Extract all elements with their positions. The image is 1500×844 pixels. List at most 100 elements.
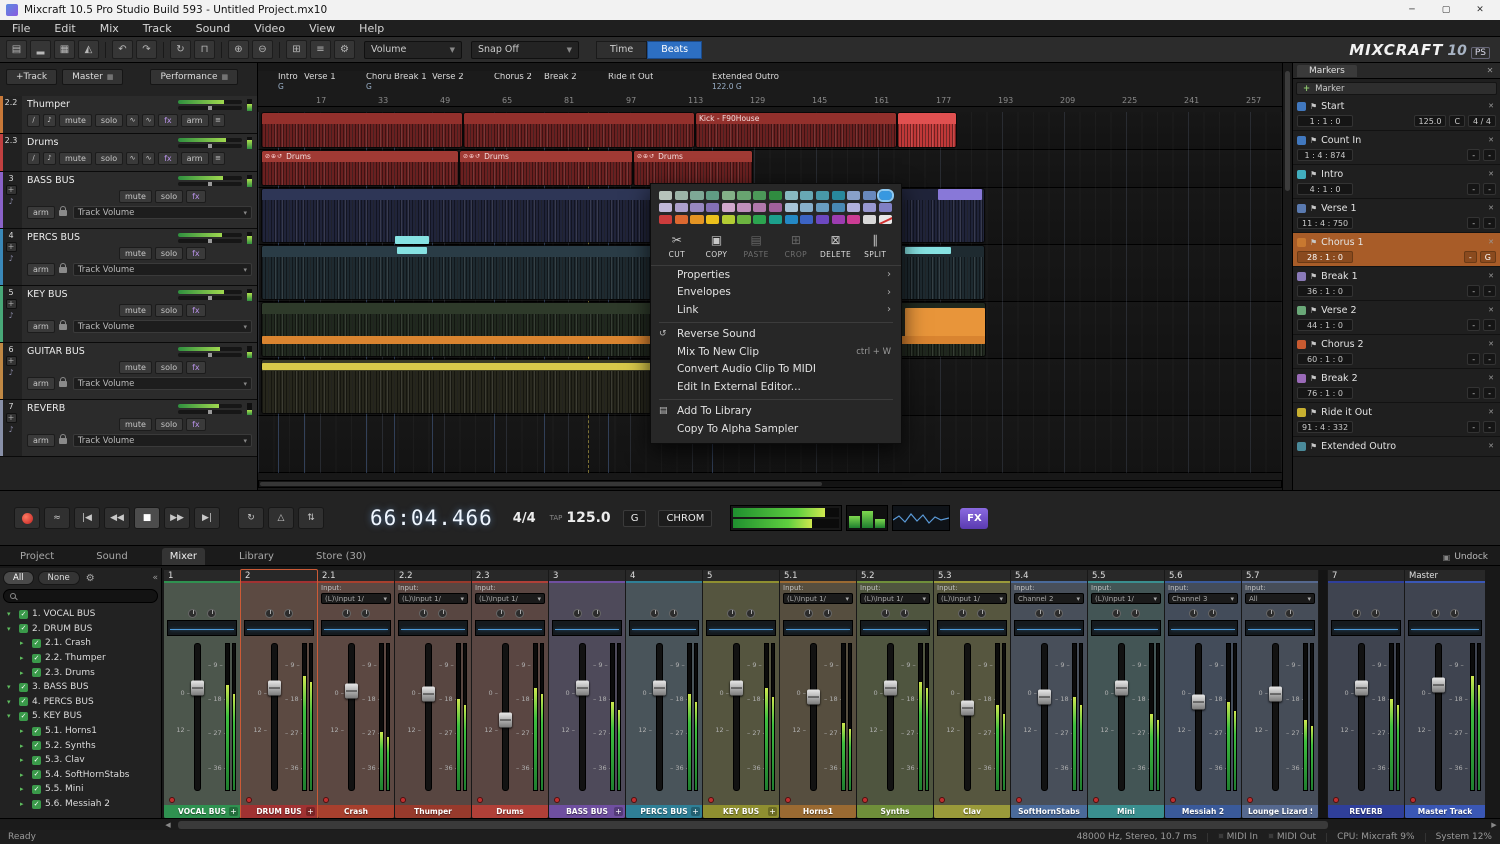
color-swatch[interactable] [769, 215, 782, 224]
marker-field[interactable]: - [1483, 421, 1496, 433]
checkbox-checked-icon[interactable]: ✓ [32, 727, 41, 736]
arm-button[interactable]: arm [27, 320, 55, 333]
color-swatch[interactable] [737, 191, 750, 200]
pan-knob[interactable] [342, 609, 351, 618]
stop-button[interactable]: ■ [134, 507, 160, 529]
record-arm-dot[interactable] [400, 797, 406, 803]
tempo-display[interactable]: 125.0 [566, 510, 610, 526]
color-swatch[interactable] [659, 215, 672, 224]
menu-item-link[interactable]: Link› [651, 301, 901, 319]
close-icon[interactable]: ✕ [1486, 102, 1496, 110]
pan-knob[interactable] [573, 609, 582, 618]
solo-button[interactable]: solo [155, 190, 183, 203]
beats-toggle[interactable]: Beats [647, 41, 702, 59]
pan-knob[interactable] [419, 609, 428, 618]
track-volume-dropdown[interactable]: Track Volume▾ [73, 206, 252, 219]
marker-time-field[interactable]: 11 : 4 : 750 [1297, 217, 1353, 229]
checkbox-checked-icon[interactable]: ✓ [19, 610, 28, 619]
add-fx-button[interactable]: + [229, 807, 238, 816]
close-icon[interactable]: ✕ [1484, 66, 1496, 75]
color-swatch[interactable] [879, 191, 892, 200]
fader-handle[interactable] [1432, 677, 1445, 692]
color-swatch[interactable] [816, 203, 829, 212]
track-volume-slider[interactable] [178, 138, 242, 142]
input-dropdown[interactable]: All▾ [1245, 593, 1315, 604]
fader-handle[interactable] [653, 680, 666, 695]
color-swatch[interactable] [737, 203, 750, 212]
channel-name-bar[interactable]: Drums [472, 805, 548, 818]
color-swatch[interactable] [706, 191, 719, 200]
automation-mode-dropdown[interactable]: Volume▼ [364, 41, 462, 59]
record-arm-dot[interactable] [246, 797, 252, 803]
volume-fader[interactable] [656, 643, 663, 791]
record-button[interactable] [14, 507, 40, 529]
zoom-out-icon[interactable]: ⊖ [252, 40, 273, 59]
pan-knob[interactable] [1189, 609, 1198, 618]
color-swatch[interactable] [785, 191, 798, 200]
fader-handle[interactable] [1038, 689, 1051, 704]
pan-knob[interactable] [1112, 609, 1121, 618]
mixer-icon[interactable]: ≡ [310, 40, 331, 59]
send-knob[interactable] [284, 609, 293, 618]
mute-button[interactable]: mute [119, 190, 152, 203]
color-swatch[interactable] [863, 203, 876, 212]
pan-knob[interactable] [265, 609, 274, 618]
arm-button[interactable]: arm [27, 206, 55, 219]
menu-item-add-to-library[interactable]: ▤Add To Library [651, 403, 901, 421]
punch-button[interactable]: ⇅ [298, 507, 324, 529]
mixer-search-input[interactable] [3, 589, 158, 603]
delete-button[interactable]: ⊠DELETE [816, 233, 856, 259]
eq-display[interactable] [706, 620, 776, 636]
marker-field[interactable]: - [1483, 217, 1496, 229]
track-thumper[interactable]: 2.2Thumper∕♪mutesolo∿∿fxarm≡ [0, 96, 257, 134]
send-knob[interactable] [900, 609, 909, 618]
ruler-section-extended-outro[interactable]: Extended Outro122.0 G [712, 73, 779, 91]
rewind-button[interactable]: ◀◀ [104, 507, 130, 529]
color-swatch[interactable] [690, 203, 703, 212]
fader-handle[interactable] [884, 680, 897, 695]
channel-7[interactable]: 70 –12 –– 9 –– 18 –– 27 –– 36 –REVERB [1328, 570, 1404, 818]
clip[interactable] [262, 246, 652, 299]
eq-display[interactable] [321, 620, 391, 636]
color-swatch[interactable] [722, 215, 735, 224]
channel-1[interactable]: 10 –12 –– 9 –– 18 –– 27 –– 36 –VOCAL BUS… [164, 570, 240, 818]
timeline-v-scrollbar[interactable] [1282, 63, 1292, 490]
menu-sound[interactable]: Sound [184, 22, 243, 35]
color-swatch[interactable] [659, 203, 672, 212]
color-swatch[interactable] [847, 203, 860, 212]
input-dropdown[interactable]: (L)\Input 1/▾ [398, 593, 468, 604]
color-swatch[interactable] [769, 203, 782, 212]
scroll-left-icon[interactable]: ◀ [162, 819, 174, 830]
checkbox-checked-icon[interactable]: ✓ [19, 697, 28, 706]
color-swatch[interactable] [832, 191, 845, 200]
mixer-h-scrollbar[interactable]: ◀ ▶ [0, 818, 1500, 830]
volume-fader[interactable] [733, 643, 740, 791]
close-icon[interactable]: ✕ [1486, 238, 1496, 246]
channel-name-bar[interactable]: PERCS BUS+ [626, 805, 702, 818]
menu-item-copy-to-alpha-sampler[interactable]: Copy To Alpha Sampler [651, 420, 901, 438]
track-volume-slider[interactable] [178, 404, 242, 408]
track-menu-icon[interactable]: ≡ [212, 114, 225, 127]
clip[interactable] [905, 247, 951, 254]
add-send-button[interactable]: + [6, 185, 17, 195]
track-volume-dropdown[interactable]: Track Volume▾ [73, 434, 252, 447]
color-swatch[interactable] [722, 203, 735, 212]
marker-field[interactable]: - [1483, 285, 1496, 297]
fx-button[interactable]: fx [158, 152, 178, 165]
scroll-right-icon[interactable]: ▶ [1488, 819, 1500, 830]
color-swatch[interactable] [785, 203, 798, 212]
mute-button[interactable]: mute [119, 361, 152, 374]
color-swatch[interactable] [863, 215, 876, 224]
marker-verse-2[interactable]: ⚑Verse 2✕44 : 1 : 0-- [1293, 301, 1500, 335]
channel-5-5[interactable]: 5.5Input:(L)\Input 1/▾0 –12 –– 9 –– 18 –… [1088, 570, 1164, 818]
fader-handle[interactable] [730, 680, 743, 695]
checkbox-checked-icon[interactable]: ✓ [32, 800, 41, 809]
marker-field[interactable]: C [1449, 115, 1465, 127]
fx-button[interactable]: fx [186, 190, 206, 203]
color-swatch[interactable] [816, 191, 829, 200]
fader-handle[interactable] [345, 683, 358, 698]
record-arm-dot[interactable] [1247, 797, 1253, 803]
channel-name-bar[interactable]: VOCAL BUS+ [164, 805, 240, 818]
marker-field[interactable]: - [1464, 251, 1477, 263]
automation2-icon[interactable]: ∿ [142, 114, 155, 127]
